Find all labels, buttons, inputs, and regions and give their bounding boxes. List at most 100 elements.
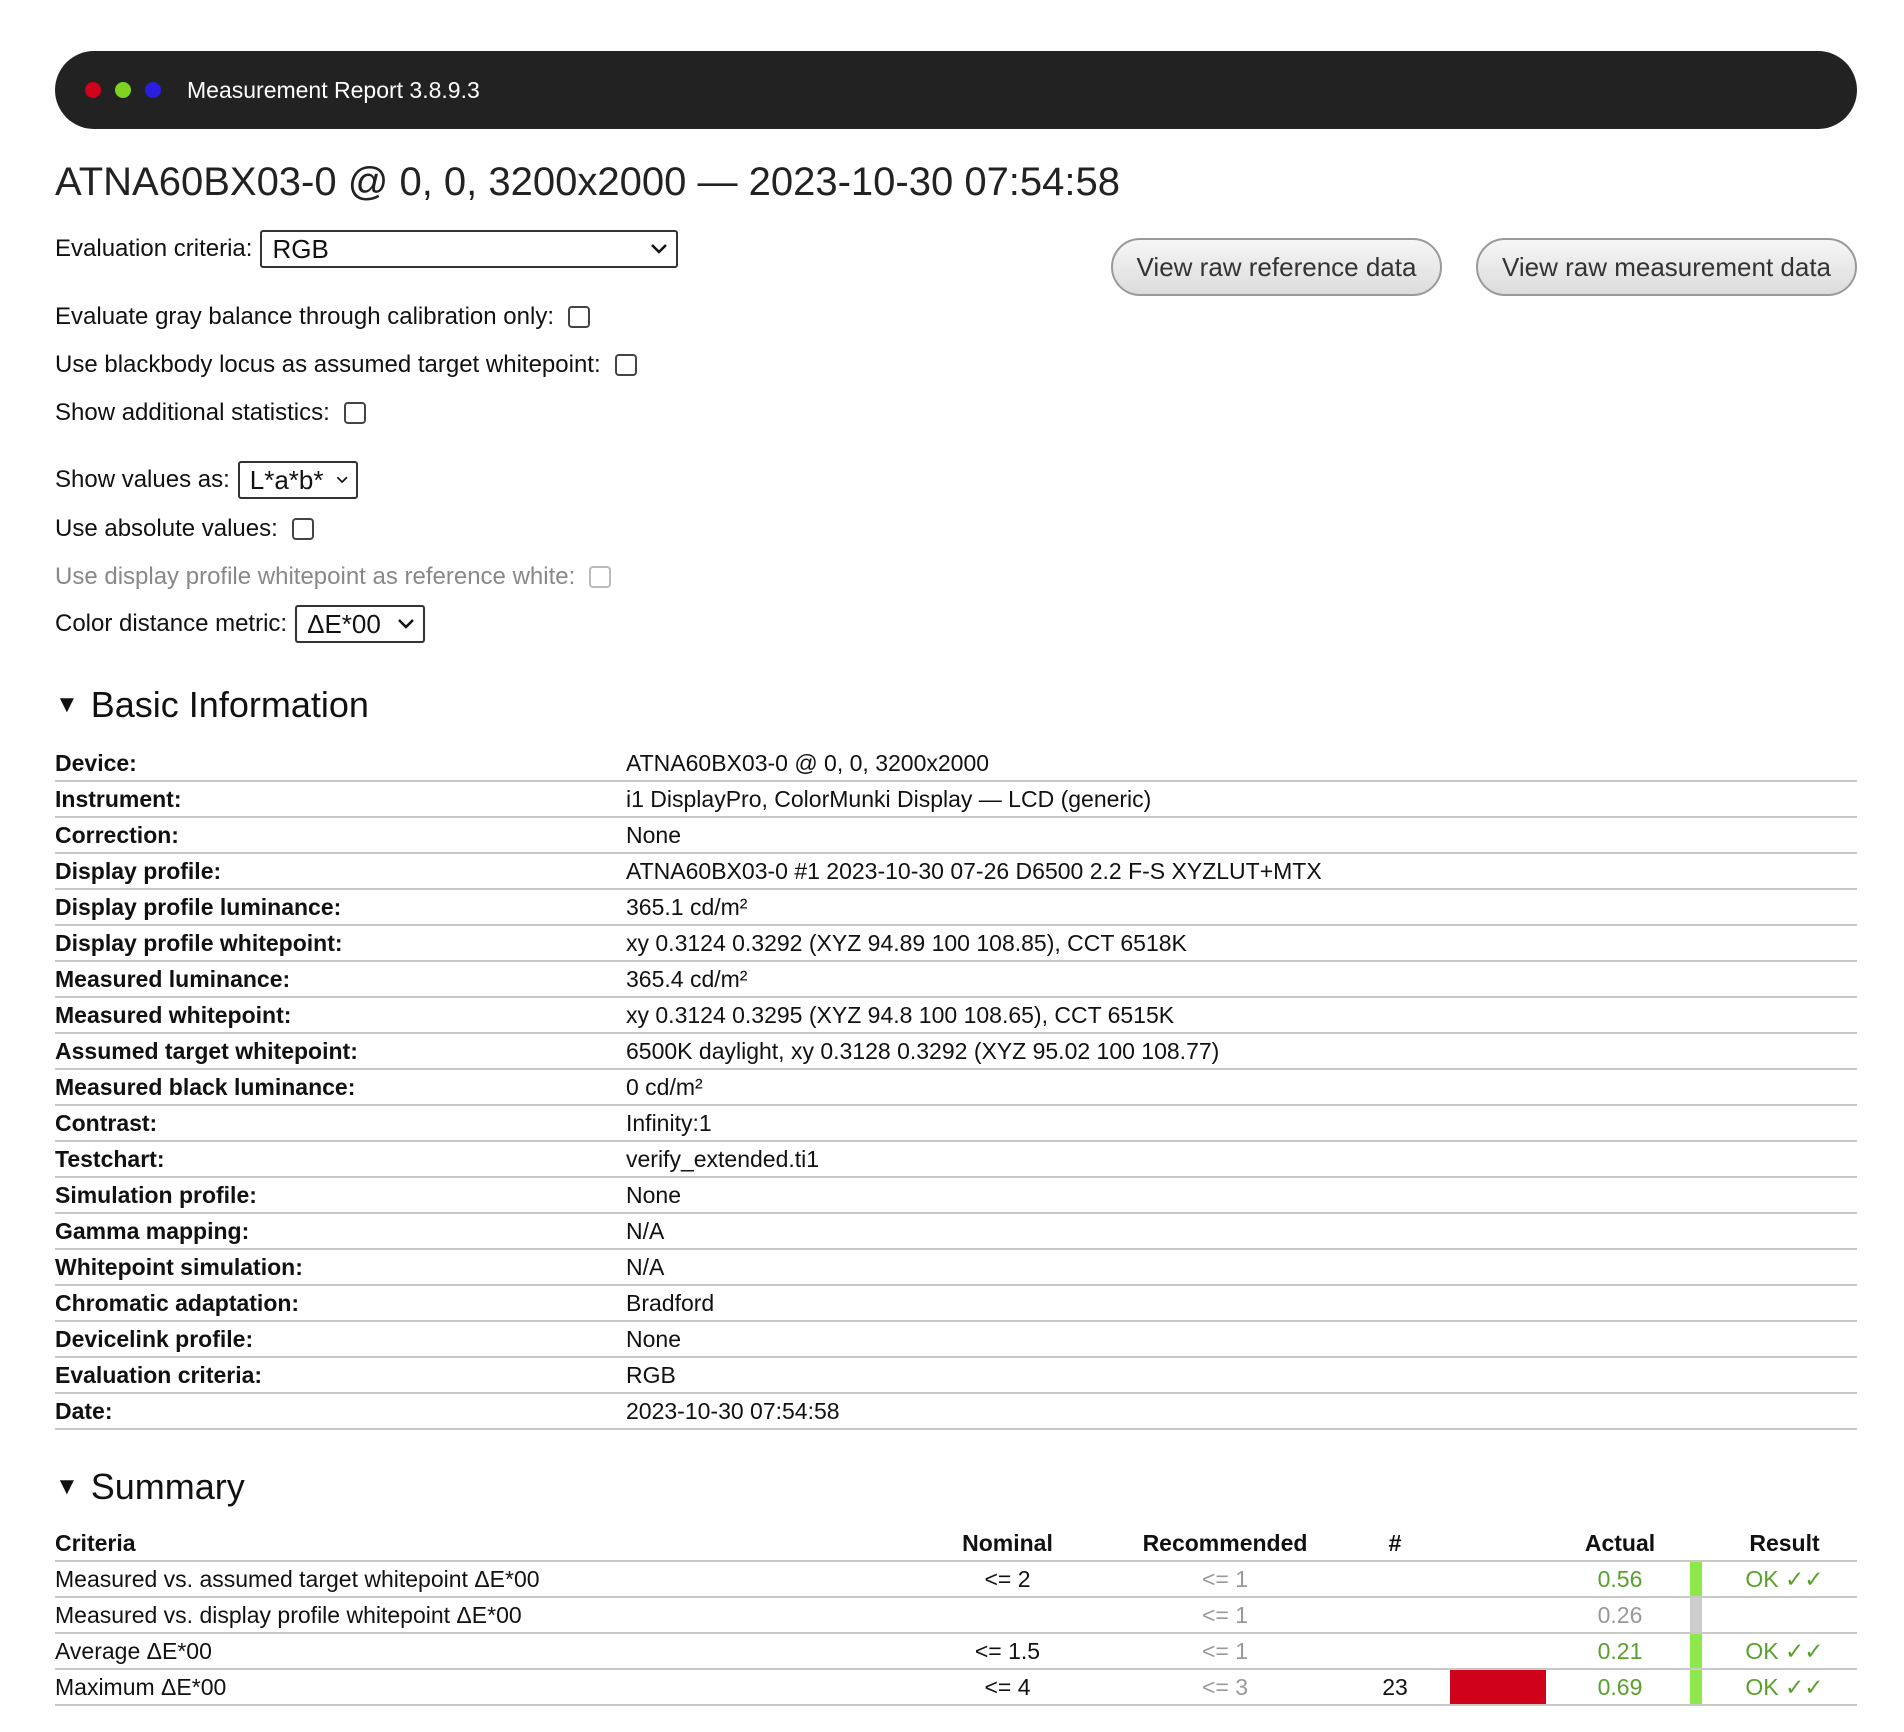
summary-criteria: Measured vs. assumed target whitepoint Δ… bbox=[55, 1561, 910, 1598]
table-row: Average ΔE*00 <= 1.5 <= 1 0.21 OK ✓✓ bbox=[55, 1633, 1857, 1670]
info-key: Simulation profile: bbox=[55, 1177, 626, 1214]
page-title: ATNA60BX03-0 @ 0, 0, 3200x2000 — 2023-10… bbox=[55, 160, 1121, 204]
table-row: Assumed target whitepoint: 6500K daylight… bbox=[55, 1033, 1857, 1070]
info-value: N/A bbox=[626, 1249, 1857, 1286]
info-value: None bbox=[626, 817, 1857, 854]
basic-information-table: Device: ATNA60BX03-0 @ 0, 0, 3200x2000 Ins… bbox=[55, 746, 1857, 1430]
info-key: Display profile whitepoint: bbox=[55, 925, 626, 962]
table-row: Measured vs. display profile whitepoint … bbox=[55, 1597, 1857, 1634]
header-count: # bbox=[1345, 1526, 1445, 1562]
header-actual: Actual bbox=[1550, 1526, 1690, 1562]
profile-whitepoint-row: Use display profile whitepoint as refere… bbox=[55, 563, 612, 591]
info-value: i1 DisplayPro, ColorMunki Display — LCD … bbox=[626, 781, 1857, 818]
summary-criteria: Maximum ΔE*00 bbox=[55, 1669, 910, 1706]
view-raw-reference-button[interactable]: View raw reference data bbox=[1111, 238, 1442, 296]
chevron-down-icon bbox=[398, 619, 414, 629]
summary-recommended: <= 1 bbox=[1105, 1597, 1345, 1634]
window-title: Measurement Report 3.8.9.3 bbox=[187, 76, 480, 103]
table-row: Contrast: Infinity:1 bbox=[55, 1105, 1857, 1142]
info-value: Bradford bbox=[626, 1285, 1857, 1322]
info-value: Infinity:1 bbox=[626, 1105, 1857, 1142]
info-key: Instrument: bbox=[55, 781, 626, 818]
table-row: Correction: None bbox=[55, 817, 1857, 854]
maximize-dot-icon[interactable] bbox=[115, 82, 131, 98]
table-row: Devicelink profile: None bbox=[55, 1321, 1857, 1358]
summary-indicator-cell bbox=[1690, 1669, 1712, 1706]
info-key: Date: bbox=[55, 1393, 626, 1430]
table-row: Maximum ΔE*00 <= 4 <= 3 23 0.69 OK ✓✓ bbox=[55, 1669, 1857, 1706]
basic-information-heading[interactable]: ▼ Basic Information bbox=[55, 684, 369, 726]
header-indicator bbox=[1690, 1526, 1712, 1562]
gray-balance-row: Evaluate gray balance through calibratio… bbox=[55, 303, 590, 331]
table-row: Gamma mapping: N/A bbox=[55, 1213, 1857, 1250]
basic-information-title: Basic Information bbox=[90, 684, 369, 725]
table-row: Measured luminance: 365.4 cd/m² bbox=[55, 961, 1857, 998]
table-row: Testchart: verify_extended.ti1 bbox=[55, 1141, 1857, 1178]
info-value: xy 0.3124 0.3295 (XYZ 94.8 100 108.65), … bbox=[626, 997, 1857, 1034]
minimize-dot-icon[interactable] bbox=[145, 82, 161, 98]
info-value: None bbox=[626, 1177, 1857, 1214]
color-distance-value: ΔE*00 bbox=[307, 608, 381, 639]
summary-criteria: Measured vs. display profile whitepoint … bbox=[55, 1597, 910, 1634]
view-raw-measurement-button[interactable]: View raw measurement data bbox=[1476, 238, 1857, 296]
info-key: Devicelink profile: bbox=[55, 1321, 626, 1358]
additional-stats-label: Show additional statistics: bbox=[55, 399, 330, 426]
show-values-row: Show values as: L*a*b* bbox=[55, 461, 358, 499]
profile-whitepoint-checkbox bbox=[589, 566, 612, 588]
info-key: Display profile: bbox=[55, 853, 626, 890]
summary-actual: 0.21 bbox=[1550, 1633, 1690, 1670]
summary-result: OK ✓✓ bbox=[1712, 1633, 1857, 1670]
triangle-down-icon: ▼ bbox=[55, 691, 79, 718]
info-value: ATNA60BX03-0 @ 0, 0, 3200x2000 bbox=[626, 746, 1857, 782]
summary-indicator-cell bbox=[1690, 1597, 1712, 1634]
summary-bar-cell bbox=[1445, 1597, 1550, 1634]
info-key: Evaluation criteria: bbox=[55, 1357, 626, 1394]
show-values-select[interactable]: L*a*b* bbox=[237, 461, 358, 499]
profile-whitepoint-label: Use display profile whitepoint as refere… bbox=[55, 563, 576, 590]
summary-nominal: <= 4 bbox=[910, 1669, 1105, 1706]
show-values-value: L*a*b* bbox=[249, 464, 324, 495]
summary-nominal: <= 1.5 bbox=[910, 1633, 1105, 1670]
gray-balance-checkbox[interactable] bbox=[567, 306, 590, 328]
info-value: 0 cd/m² bbox=[626, 1069, 1857, 1106]
gray-balance-label: Evaluate gray balance through calibratio… bbox=[55, 303, 554, 330]
summary-indicator bbox=[1690, 1562, 1702, 1596]
info-value: N/A bbox=[626, 1213, 1857, 1250]
info-value: 365.1 cd/m² bbox=[626, 889, 1857, 926]
info-value: ATNA60BX03-0 #1 2023-10-30 07-26 D6500 2… bbox=[626, 853, 1857, 890]
color-distance-select[interactable]: ΔE*00 bbox=[295, 605, 426, 643]
summary-result bbox=[1712, 1597, 1857, 1634]
summary-count bbox=[1345, 1633, 1445, 1670]
table-row: Instrument: i1 DisplayPro, ColorMunki Dis… bbox=[55, 781, 1857, 818]
info-value: verify_extended.ti1 bbox=[626, 1141, 1857, 1178]
evaluation-criteria-label: Evaluation criteria: bbox=[55, 235, 253, 262]
absolute-values-checkbox[interactable] bbox=[291, 518, 314, 540]
summary-indicator-cell bbox=[1690, 1633, 1712, 1670]
info-key: Device: bbox=[55, 746, 626, 782]
table-row: Device: ATNA60BX03-0 @ 0, 0, 3200x2000 bbox=[55, 746, 1857, 782]
summary-count: 23 bbox=[1345, 1669, 1445, 1706]
close-dot-icon[interactable] bbox=[85, 82, 101, 98]
color-distance-row: Color distance metric: ΔE*00 bbox=[55, 605, 426, 643]
table-row: Display profile: ATNA60BX03-0 #1 2023-10-… bbox=[55, 853, 1857, 890]
info-value: RGB bbox=[626, 1357, 1857, 1394]
header-recommended: Recommended bbox=[1105, 1526, 1345, 1562]
table-row: Date: 2023-10-30 07:54:58 bbox=[55, 1393, 1857, 1430]
summary-count bbox=[1345, 1597, 1445, 1634]
info-key: Measured luminance: bbox=[55, 961, 626, 998]
table-row: Whitepoint simulation: N/A bbox=[55, 1249, 1857, 1286]
evaluation-criteria-select[interactable]: RGB bbox=[260, 230, 679, 268]
summary-indicator-cell bbox=[1690, 1561, 1712, 1598]
summary-heading[interactable]: ▼ Summary bbox=[55, 1466, 245, 1508]
additional-stats-row: Show additional statistics: bbox=[55, 399, 366, 427]
header-nominal: Nominal bbox=[910, 1526, 1105, 1562]
info-value: xy 0.3124 0.3292 (XYZ 94.89 100 108.85),… bbox=[626, 925, 1857, 962]
table-row: Display profile whitepoint: xy 0.3124 0.3… bbox=[55, 925, 1857, 962]
table-row: Display profile luminance: 365.1 cd/m² bbox=[55, 889, 1857, 926]
summary-result: OK ✓✓ bbox=[1712, 1561, 1857, 1598]
info-key: Measured whitepoint: bbox=[55, 997, 626, 1034]
blackbody-checkbox[interactable] bbox=[614, 354, 637, 376]
info-key: Chromatic adaptation: bbox=[55, 1285, 626, 1322]
info-value: 365.4 cd/m² bbox=[626, 961, 1857, 998]
additional-stats-checkbox[interactable] bbox=[343, 402, 366, 424]
